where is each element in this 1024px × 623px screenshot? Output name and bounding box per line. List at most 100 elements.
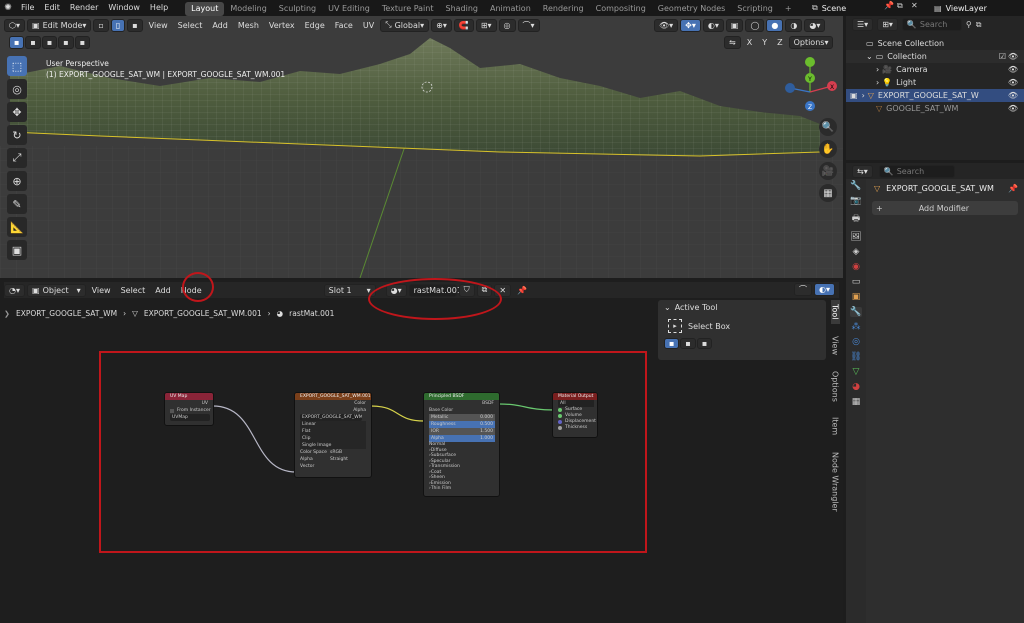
vp-menu-view[interactable]: View <box>145 19 172 32</box>
editor-type-button[interactable]: ⬡ ▾ <box>4 18 25 32</box>
add-workspace-button[interactable]: + <box>779 2 798 16</box>
pin-scene-icon[interactable]: 📌 <box>884 1 894 10</box>
visibility-icon[interactable]: 👁▾ <box>654 18 679 32</box>
properties-type-icon[interactable]: ⇆▾ <box>852 164 873 178</box>
menu-edit[interactable]: Edit <box>39 0 65 16</box>
blender-logo-icon[interactable]: ✺ <box>0 3 16 13</box>
outliner-light[interactable]: › 💡 Light 👁 <box>846 76 1024 89</box>
measure-tool-icon[interactable]: 📐 <box>7 217 27 237</box>
object-tab-icon[interactable]: ▣ <box>852 292 861 302</box>
viewlayer-selector[interactable]: ▤ ViewLayer <box>934 1 987 15</box>
vertex-select-button[interactable]: ▫ <box>93 18 109 32</box>
material-tab-icon[interactable]: ◕ <box>852 382 860 392</box>
tab-scripting[interactable]: Scripting <box>731 2 779 16</box>
menu-help[interactable]: Help <box>145 0 173 16</box>
collection-visibility-icon[interactable]: 👁 <box>1008 50 1018 63</box>
particles-tab-icon[interactable]: ⁂ <box>852 322 861 332</box>
add-modifier-button[interactable]: + Add Modifier <box>872 201 1018 215</box>
face-select-button[interactable]: ▪ <box>127 18 143 32</box>
tab-layout[interactable]: Layout <box>185 1 225 16</box>
zoom-icon[interactable]: 🔍 <box>819 118 837 136</box>
menu-render[interactable]: Render <box>65 0 103 16</box>
tab-uv-editing[interactable]: UV Editing <box>322 2 376 16</box>
pivot-icon[interactable]: ⊕▾ <box>431 18 452 32</box>
physics-tab-icon[interactable]: ◎ <box>852 337 860 347</box>
outliner-search-field[interactable]: 🔍 Search <box>901 18 962 31</box>
move-tool-icon[interactable]: ✥ <box>7 102 27 122</box>
tab-geometry-nodes[interactable]: Geometry Nodes <box>652 2 731 16</box>
shading-solid-icon[interactable]: ● <box>766 18 784 32</box>
ortho-grid-icon[interactable]: ▦ <box>819 184 837 202</box>
tab-animation[interactable]: Animation <box>484 2 537 16</box>
proportional-edit-icon[interactable]: ◎ <box>498 18 516 32</box>
camera-visibility-icon[interactable]: 👁 <box>1008 63 1018 76</box>
transform-tool-icon[interactable]: ⊕ <box>7 171 27 191</box>
render-tab-icon[interactable]: 📷 <box>850 196 861 206</box>
scene-tab-icon[interactable]: ◈ <box>853 247 860 257</box>
edge-select-button[interactable]: ▯ <box>110 18 126 32</box>
camera-view-icon[interactable]: 🎥 <box>819 162 837 180</box>
tab-compositing[interactable]: Compositing <box>590 2 652 16</box>
data-tab-icon[interactable]: ▽ <box>853 367 860 377</box>
properties-search-field[interactable]: 🔍 Search <box>878 164 955 178</box>
sidebar-tab-item[interactable]: Item <box>831 413 840 439</box>
tool-tab-icon[interactable]: 🔧 <box>850 181 861 191</box>
collection-tab-icon[interactable]: ▭ <box>852 277 861 287</box>
menu-file[interactable]: File <box>16 0 39 16</box>
texture-tab-icon[interactable]: ▦ <box>852 397 861 407</box>
modifier-tab-icon[interactable]: 🔧 <box>850 307 862 317</box>
rotate-tool-icon[interactable]: ↻ <box>7 125 27 145</box>
active-tool-item[interactable]: ▸ Select Box <box>658 318 826 334</box>
3d-viewport[interactable]: ⬡ ▾ ▣ Edit Mode ▾ ▫ ▯ ▪ View Select Add Mes… <box>0 16 843 278</box>
tab-shading[interactable]: Shading <box>439 2 484 16</box>
annotate-tool-icon[interactable]: ✎ <box>7 194 27 214</box>
outliner-export-object[interactable]: ▣ › ▽ EXPORT_GOOGLE_SAT_W 👁 <box>846 89 1024 102</box>
tab-sculpting[interactable]: Sculpting <box>273 2 322 16</box>
outliner-filter-mode-icon[interactable]: ⊞▾ <box>877 18 898 31</box>
scale-tool-icon[interactable]: ⤢ <box>7 148 27 168</box>
pan-hand-icon[interactable]: ✋ <box>819 140 837 158</box>
menu-window[interactable]: Window <box>103 0 145 16</box>
mirror-icon[interactable]: ⇋ <box>724 36 741 49</box>
mirror-y[interactable]: Y <box>758 36 771 49</box>
tab-modeling[interactable]: Modeling <box>224 2 272 16</box>
mode-selector[interactable]: ▣ Edit Mode ▾ <box>27 18 92 32</box>
google-visibility-icon[interactable]: 👁 <box>1008 102 1018 115</box>
mode-extend-icon[interactable]: ▪ <box>680 338 696 349</box>
sidebar-tab-options[interactable]: Options <box>831 367 840 406</box>
mode-new-icon[interactable]: ▪ <box>664 338 680 349</box>
snap-target-icon[interactable]: ⊞▾ <box>475 18 497 32</box>
select-invert-icon[interactable]: ▪ <box>58 36 74 49</box>
output-tab-icon[interactable]: 🖶 <box>852 211 861 227</box>
sidebar-tab-tool[interactable]: Tool <box>830 300 840 324</box>
export-visibility-icon[interactable]: 👁 <box>1008 89 1018 102</box>
vp-menu-add[interactable]: Add <box>208 19 232 32</box>
delete-scene-icon[interactable]: ✕ <box>911 1 918 10</box>
world-tab-icon[interactable]: ◉ <box>852 262 860 272</box>
overlay-toggle-icon[interactable]: ◐▾ <box>702 18 724 32</box>
outliner-camera[interactable]: › 🎥 Camera 👁 <box>846 63 1024 76</box>
new-collection-icon[interactable]: ⧉ <box>976 20 982 30</box>
shading-rendered-icon[interactable]: ◕▾ <box>804 18 826 32</box>
vp-menu-uv[interactable]: UV <box>359 19 378 32</box>
tab-texture-paint[interactable]: Texture Paint <box>376 2 440 16</box>
outliner-type-icon[interactable]: ☰▾ <box>852 18 874 31</box>
add-cube-tool-icon[interactable]: ▣ <box>7 240 27 260</box>
sidebar-tab-view[interactable]: View <box>831 332 840 359</box>
outliner-scene-collection[interactable]: ▭ Scene Collection <box>846 37 1024 50</box>
options-button[interactable]: Options ▾ <box>788 36 834 49</box>
select-extend-icon[interactable]: ▪ <box>25 36 41 49</box>
vp-menu-face[interactable]: Face <box>331 19 357 32</box>
shading-material-icon[interactable]: ◑ <box>785 18 803 32</box>
scene-selector[interactable]: ⧉ Scene <box>812 1 846 15</box>
falloff-icon[interactable]: ⌒▾ <box>517 18 540 32</box>
constraints-tab-icon[interactable]: ⛓ <box>850 352 861 362</box>
outliner-filter-icon[interactable]: ⚲ <box>966 20 972 29</box>
outliner-collection[interactable]: ⌄ ▭ Collection ☑ 👁 <box>846 50 1024 63</box>
mirror-x[interactable]: X <box>743 36 756 49</box>
mirror-z[interactable]: Z <box>773 36 786 49</box>
collection-checkbox-icon[interactable]: ☑ <box>999 50 1006 63</box>
tab-rendering[interactable]: Rendering <box>537 2 590 16</box>
orientation-selector[interactable]: ⤡ Global ▾ <box>380 18 430 32</box>
mode-subtract-icon[interactable]: ▪ <box>696 338 713 349</box>
